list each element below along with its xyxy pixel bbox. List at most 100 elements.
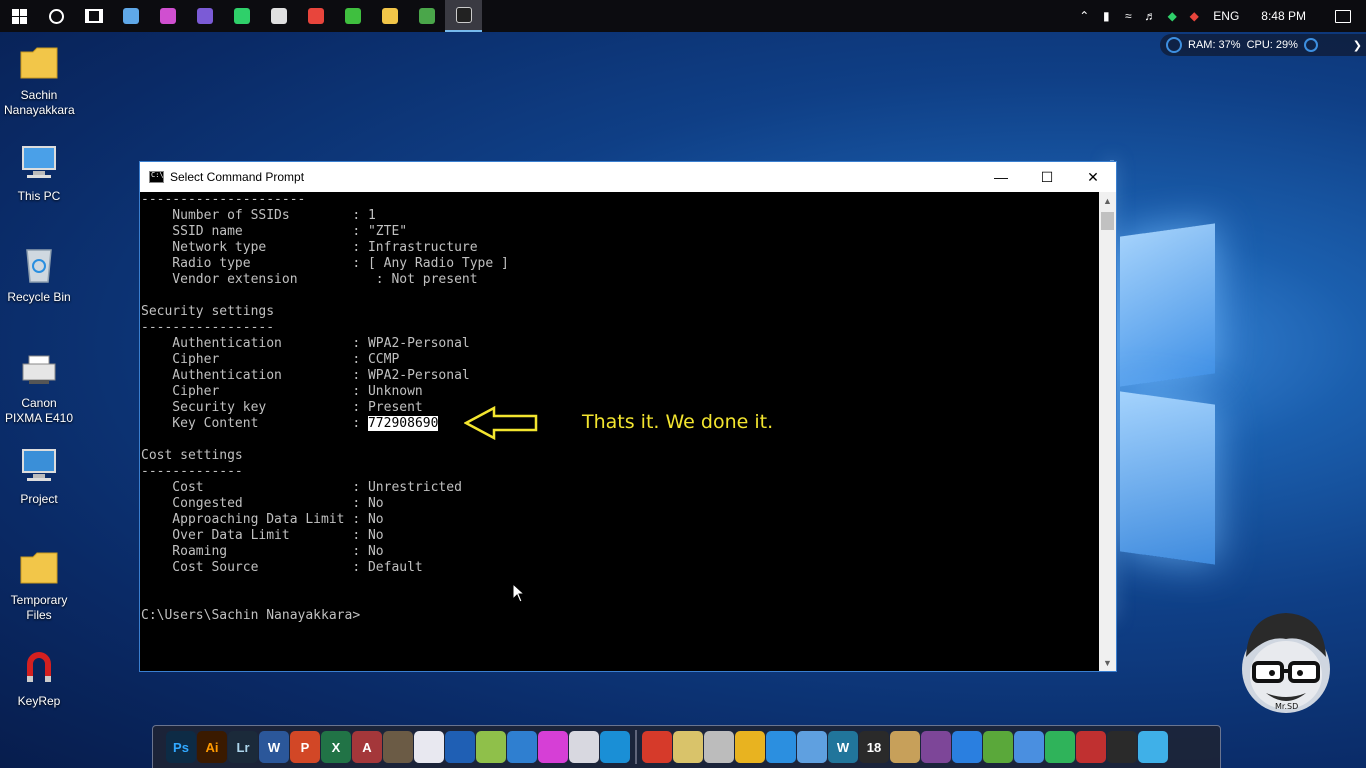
cortana-icon bbox=[49, 8, 64, 24]
language-indicator[interactable]: ENG bbox=[1205, 9, 1247, 23]
security-shield-icon[interactable]: ◆ bbox=[1183, 0, 1205, 32]
filezilla-icon[interactable] bbox=[642, 731, 672, 763]
desktop-icon-folder-add[interactable]: Temporary Files bbox=[4, 545, 74, 623]
scrollbar-thumb[interactable] bbox=[1101, 212, 1114, 230]
console-line: Network type : Infrastructure bbox=[141, 240, 478, 255]
desktop-icon-printer[interactable]: Canon PIXMA E410 bbox=[4, 348, 74, 426]
taskbar-cortana-button[interactable] bbox=[38, 0, 75, 32]
app-red-icon bbox=[307, 8, 324, 24]
maximize-button[interactable]: ☐ bbox=[1024, 162, 1070, 192]
photoshop-icon[interactable]: Ps bbox=[166, 731, 196, 763]
scroll-up-icon[interactable]: ▲ bbox=[1099, 192, 1116, 209]
pdf-icon[interactable] bbox=[569, 731, 599, 763]
arc-icon[interactable] bbox=[766, 731, 796, 763]
taskbar-film-button[interactable] bbox=[260, 0, 297, 32]
mr-sd-avatar bbox=[1242, 613, 1330, 713]
console-line: --------------------- bbox=[141, 192, 306, 207]
notepad-plus-icon[interactable] bbox=[476, 731, 506, 763]
volume-mute-icon[interactable]: ♬ bbox=[1139, 0, 1161, 32]
network-project-icon bbox=[17, 444, 61, 488]
taskbar-app-red-button[interactable] bbox=[297, 0, 334, 32]
utorrent-icon[interactable] bbox=[983, 731, 1013, 763]
lightroom-icon[interactable]: Lr bbox=[228, 731, 258, 763]
camera-icon[interactable] bbox=[1014, 731, 1044, 763]
console-line: Cipher : CCMP bbox=[141, 352, 400, 367]
cmd-app-icon[interactable] bbox=[149, 171, 164, 183]
console-line: Authentication : WPA2-Personal bbox=[141, 368, 470, 383]
taskbar-chrome-button[interactable] bbox=[408, 0, 445, 32]
chevron-right-icon[interactable]: ❯ bbox=[1353, 39, 1366, 52]
powerpoint-icon[interactable]: P bbox=[290, 731, 320, 763]
desktop-icon-user-folder[interactable]: Sachin Nanayakkara bbox=[4, 40, 75, 118]
madhura-icon[interactable] bbox=[1107, 731, 1137, 763]
console-line: ------------- bbox=[141, 464, 243, 479]
taskbar-camtasia-button[interactable] bbox=[334, 0, 371, 32]
window-app-icon[interactable] bbox=[797, 731, 827, 763]
console-line: Cost Source : Default bbox=[141, 560, 423, 575]
monitor-gauge-icon bbox=[1166, 37, 1182, 53]
window-title-bar[interactable]: Select Command Prompt — ☐ ✕ bbox=[140, 162, 1116, 192]
age18-icon[interactable]: 18 bbox=[859, 731, 889, 763]
taskbar-file-explorer-button[interactable] bbox=[371, 0, 408, 32]
console-line: Over Data Limit : No bbox=[141, 528, 384, 543]
console-line: Radio type : [ Any Radio Type ] bbox=[141, 256, 509, 271]
illustrator-icon[interactable]: Ai bbox=[197, 731, 227, 763]
clock[interactable]: 8:48 PM bbox=[1247, 9, 1320, 23]
taskbar-itunes-button[interactable] bbox=[149, 0, 186, 32]
media-player-icon[interactable] bbox=[414, 731, 444, 763]
remote-icon[interactable] bbox=[952, 731, 982, 763]
tools-icon[interactable] bbox=[673, 731, 703, 763]
visual-studio-icon[interactable] bbox=[445, 731, 475, 763]
desktop-icon-this-pc[interactable]: This PC bbox=[4, 141, 74, 204]
bird-icon[interactable] bbox=[1138, 731, 1168, 763]
console-line: Congested : No bbox=[141, 496, 384, 511]
desktop-icon-label: Temporary Files bbox=[10, 593, 68, 622]
console-line: Number of SSIDs : 1 bbox=[141, 208, 376, 223]
system-monitor-widget[interactable]: RAM: 37% CPU: 29% ❯ bbox=[1160, 34, 1366, 56]
desktop-icon-label: Project bbox=[20, 492, 58, 506]
media-red-icon[interactable] bbox=[1076, 731, 1106, 763]
taskbar-whatsapp-button[interactable] bbox=[223, 0, 260, 32]
taskbar-viber-button[interactable] bbox=[186, 0, 223, 32]
chrome-icon bbox=[418, 8, 435, 24]
openoffice-icon[interactable] bbox=[507, 731, 537, 763]
desktop-icon-recycle-bin[interactable]: Recycle Bin bbox=[4, 242, 74, 305]
console-line: C:\Users\Sachin Nanayakkara> bbox=[141, 608, 361, 623]
gimp-icon[interactable] bbox=[383, 731, 413, 763]
winamp-icon[interactable] bbox=[538, 731, 568, 763]
cpu-usage: CPU: 29% bbox=[1246, 39, 1298, 51]
virtualbox-icon bbox=[122, 8, 139, 24]
keys-icon[interactable] bbox=[735, 731, 765, 763]
chevron-up-icon[interactable]: ⌃ bbox=[1073, 0, 1095, 32]
minimize-button[interactable]: — bbox=[978, 162, 1024, 192]
taskbar-virtualbox-button[interactable] bbox=[112, 0, 149, 32]
close-button[interactable]: ✕ bbox=[1070, 162, 1116, 192]
wifi-icon[interactable]: ≈ bbox=[1117, 0, 1139, 32]
lock-icon[interactable] bbox=[704, 731, 734, 763]
taskbar-command-prompt-button[interactable] bbox=[445, 0, 482, 32]
key-content-value[interactable]: 772908690 bbox=[367, 416, 439, 431]
desktop-icon-magnet[interactable]: KeyRep bbox=[4, 646, 74, 709]
access-icon[interactable]: A bbox=[352, 731, 382, 763]
scroll-down-icon[interactable]: ▼ bbox=[1099, 654, 1116, 671]
defender-shield-icon[interactable]: ◆ bbox=[1161, 0, 1183, 32]
phone-icon[interactable] bbox=[1045, 731, 1075, 763]
desktop-icon-network-project[interactable]: Project bbox=[4, 444, 74, 507]
start-button[interactable] bbox=[0, 0, 38, 32]
wordpress-icon[interactable]: W bbox=[828, 731, 858, 763]
word-icon[interactable]: W bbox=[259, 731, 289, 763]
console-line: Authentication : WPA2-Personal bbox=[141, 336, 470, 351]
ccleaner-icon[interactable] bbox=[600, 731, 630, 763]
windows-start-icon bbox=[11, 8, 27, 24]
taskbar-task-view-button[interactable] bbox=[75, 0, 112, 32]
this-pc-icon bbox=[17, 141, 61, 185]
battery-icon[interactable]: ▮ bbox=[1095, 0, 1117, 32]
action-center-icon[interactable] bbox=[1320, 0, 1366, 32]
printer-icon bbox=[17, 348, 61, 392]
lamp-icon[interactable] bbox=[890, 731, 920, 763]
taskbar: ⌃ ▮ ≈ ♬ ◆ ◆ ENG 8:48 PM bbox=[0, 0, 1366, 32]
tor-icon[interactable] bbox=[921, 731, 951, 763]
vertical-scrollbar[interactable]: ▲ ▼ bbox=[1099, 192, 1116, 671]
excel-icon[interactable]: X bbox=[321, 731, 351, 763]
